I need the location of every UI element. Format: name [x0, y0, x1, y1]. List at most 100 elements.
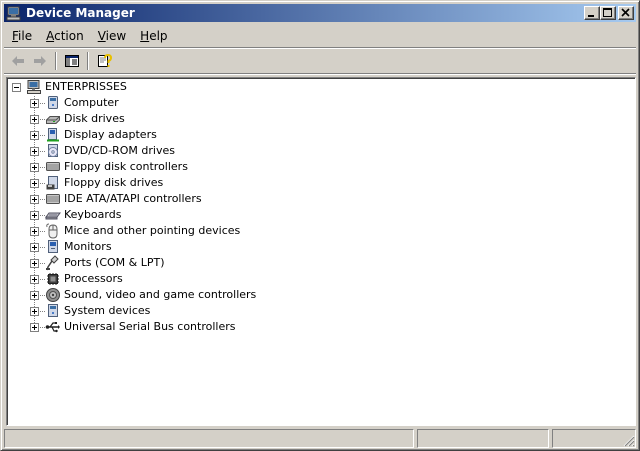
- port-icon: [46, 255, 59, 271]
- resize-grip-icon[interactable]: [623, 435, 635, 447]
- tree-root-node[interactable]: ENTERPRISSES: [12, 79, 127, 95]
- display-adapter-icon: [47, 128, 59, 142]
- maximize-icon: [603, 8, 612, 17]
- forward-button[interactable]: [29, 50, 51, 72]
- device-tree-pane[interactable]: ENTERPRISSES Computer Disk drives Display a…: [6, 77, 636, 426]
- tree-item-label: Universal Serial Bus controllers: [64, 320, 236, 333]
- floppy-drive-icon: [46, 176, 58, 190]
- back-arrow-icon: [12, 56, 24, 66]
- back-button[interactable]: [7, 50, 29, 72]
- system-device-icon: [48, 304, 58, 317]
- tree-item-label: Sound, video and game controllers: [64, 288, 257, 301]
- ide-controller-icon: [46, 194, 60, 204]
- menu-help[interactable]: Help: [133, 26, 174, 46]
- floppy-controller-icon: [46, 162, 60, 171]
- usb-icon: [45, 322, 60, 333]
- tree-item[interactable]: IDE ATA/ATAPI controllers: [30, 191, 202, 207]
- title-bar[interactable]: Device Manager: [4, 4, 636, 22]
- tree-item[interactable]: Universal Serial Bus controllers: [30, 319, 235, 335]
- menu-view-accel: V: [97, 29, 106, 43]
- tree-item[interactable]: Ports (COM & LPT): [30, 255, 165, 271]
- tree-item-label: IDE ATA/ATAPI controllers: [64, 192, 202, 205]
- menu-file[interactable]: File: [4, 26, 39, 46]
- sound-icon: [46, 288, 60, 302]
- expand-icon[interactable]: [30, 258, 39, 268]
- tree-item-label: Mice and other pointing devices: [64, 224, 241, 237]
- tree-item-label: System devices: [64, 304, 151, 317]
- menu-action[interactable]: Action: [39, 26, 91, 46]
- tree-item[interactable]: Floppy disk controllers: [30, 159, 188, 175]
- tree-item[interactable]: Floppy disk drives: [30, 175, 163, 191]
- status-panel-2: [417, 429, 549, 448]
- close-icon: [621, 8, 630, 17]
- tree-item-label: DVD/CD-ROM drives: [64, 144, 175, 157]
- dvd-drive-icon: [48, 144, 58, 157]
- device-manager-window: Device Manager File Action View Help ENT…: [0, 0, 640, 451]
- tree-item-label: Monitors: [64, 240, 112, 253]
- console-tree-icon: [65, 55, 79, 67]
- expand-icon[interactable]: [30, 210, 39, 220]
- status-bar: [4, 429, 636, 448]
- computer-root-icon: [27, 80, 41, 94]
- close-button[interactable]: [618, 6, 634, 20]
- expand-icon[interactable]: [30, 242, 39, 252]
- computer-icon: [48, 96, 58, 109]
- tree-item-label: Floppy disk controllers: [64, 160, 188, 173]
- expand-icon[interactable]: [30, 322, 39, 332]
- tree-item-label: Ports (COM & LPT): [64, 256, 165, 269]
- minimize-button[interactable]: [584, 6, 600, 20]
- tree-item-label: Processors: [64, 272, 123, 285]
- expand-icon[interactable]: [30, 114, 39, 124]
- expand-icon[interactable]: [30, 226, 39, 236]
- tree-item[interactable]: Keyboards: [30, 207, 121, 223]
- tree-item[interactable]: Mice and other pointing devices: [30, 223, 240, 239]
- show-hide-console-tree-button[interactable]: [61, 50, 83, 72]
- expand-icon[interactable]: [30, 274, 39, 284]
- tree-item-label: Disk drives: [64, 112, 125, 125]
- tree-item[interactable]: System devices: [30, 303, 150, 319]
- disk-drive-icon: [46, 116, 60, 124]
- minimize-icon: [588, 15, 594, 17]
- maximize-button[interactable]: [600, 6, 616, 20]
- mouse-icon: [46, 223, 58, 239]
- expand-icon[interactable]: [30, 162, 39, 172]
- tree-root-label: ENTERPRISSES: [45, 80, 127, 93]
- toolbar-separator: [55, 52, 57, 70]
- menu-file-label: ile: [18, 29, 33, 43]
- menu-view-label: iew: [105, 29, 127, 43]
- expand-icon[interactable]: [30, 306, 39, 316]
- menu-view[interactable]: View: [91, 26, 133, 46]
- menu-help-accel: H: [140, 29, 150, 43]
- status-panel-3: [552, 429, 636, 448]
- tree-item[interactable]: Disk drives: [30, 111, 125, 127]
- tree-item[interactable]: Computer: [30, 95, 119, 111]
- menu-action-accel: A: [46, 29, 55, 43]
- expand-icon[interactable]: [30, 146, 39, 156]
- tree-item[interactable]: Sound, video and game controllers: [30, 287, 256, 303]
- tree-item-label: Floppy disk drives: [64, 176, 164, 189]
- expand-icon[interactable]: [30, 98, 39, 108]
- help-button[interactable]: [93, 50, 115, 72]
- expand-icon[interactable]: [30, 194, 39, 204]
- tree-item[interactable]: DVD/CD-ROM drives: [30, 143, 175, 159]
- toolbar-separator: [87, 52, 89, 70]
- tree-item[interactable]: Processors: [30, 271, 123, 287]
- window-title: Device Manager: [26, 6, 135, 20]
- monitor-icon: [48, 240, 58, 253]
- menu-action-label: ction: [54, 29, 84, 43]
- tree-item[interactable]: Display adapters: [30, 127, 157, 143]
- toolbar: [4, 49, 636, 74]
- help-icon: [98, 53, 112, 67]
- collapse-icon[interactable]: [12, 82, 21, 92]
- forward-arrow-icon: [34, 56, 46, 66]
- status-panel-main: [4, 429, 414, 448]
- processor-icon: [47, 273, 59, 285]
- expand-icon[interactable]: [30, 130, 39, 140]
- expand-icon[interactable]: [30, 290, 39, 300]
- tree-item[interactable]: Monitors: [30, 239, 112, 255]
- tree-item-label: Computer: [64, 96, 119, 109]
- keyboard-icon: [45, 212, 61, 220]
- expand-icon[interactable]: [30, 178, 39, 188]
- tree-item-label: Display adapters: [64, 128, 157, 141]
- menu-help-label: elp: [149, 29, 168, 43]
